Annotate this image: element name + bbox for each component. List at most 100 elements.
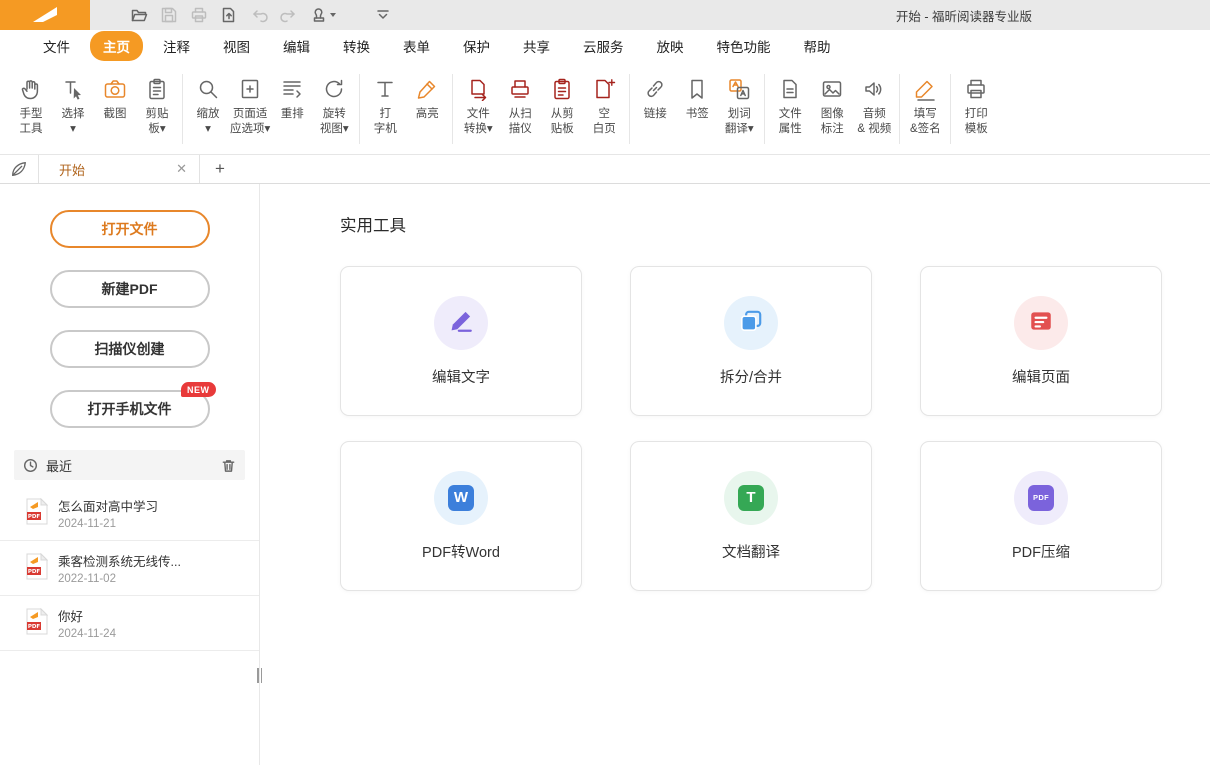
file-convert-icon [466, 75, 490, 102]
menu-comment[interactable]: 注释 [150, 31, 203, 61]
select-text-icon [61, 75, 85, 102]
menu-home[interactable]: 主页 [90, 31, 143, 61]
menu-slideshow[interactable]: 放映 [644, 31, 697, 61]
ribbon-tool-fill-sign[interactable]: 填写 &签名 [904, 74, 946, 138]
print-icon[interactable] [184, 2, 214, 28]
ribbon-tool-clipboard[interactable]: 剪贴 板▾ [136, 74, 178, 138]
save-icon[interactable] [154, 2, 184, 28]
ribbon-tool-from-scanner[interactable]: 从扫 描仪 [499, 74, 541, 138]
card-pdf-to-word[interactable]: W PDF转Word [340, 441, 582, 591]
customize-quick-access-icon[interactable] [368, 2, 398, 28]
card-split-merge[interactable]: 拆分/合并 [630, 266, 872, 416]
file-properties-icon [778, 75, 802, 102]
menu-help[interactable]: 帮助 [791, 31, 844, 61]
ribbon-tool-from-clipboard[interactable]: 从剪 贴板 [541, 74, 583, 138]
tab-close-icon[interactable]: ✕ [174, 161, 189, 177]
ribbon-tool-hand[interactable]: 手型 工具 [10, 74, 52, 138]
open-mobile-file-button[interactable]: 打开手机文件 NEW [50, 390, 210, 428]
menu-protect[interactable]: 保护 [450, 31, 503, 61]
card-doc-translate[interactable]: T 文档翻译 [630, 441, 872, 591]
export-icon[interactable] [214, 2, 244, 28]
main-content: 实用工具 编辑文字 拆分/合并 [260, 184, 1210, 765]
bookmark-icon [685, 75, 709, 102]
image-annotation-icon [820, 75, 844, 102]
menu-share[interactable]: 共享 [510, 31, 563, 61]
open-mobile-file-label: 打开手机文件 [88, 399, 172, 419]
tab-start[interactable]: 开始 ✕ [38, 155, 200, 183]
ribbon-tool-page-fit[interactable]: 页面适 应选项▾ [229, 74, 271, 138]
redo-icon[interactable] [274, 2, 304, 28]
ribbon-tool-select[interactable]: 选择 ▾ [52, 74, 94, 138]
menu-view[interactable]: 视图 [210, 31, 263, 61]
highlight-icon [415, 75, 439, 102]
stamp-icon[interactable] [304, 2, 342, 28]
doc-translate-icon: T [738, 485, 764, 511]
card-label: 文档翻译 [722, 541, 780, 562]
card-pdf-compress[interactable]: PDF PDF压缩 [920, 441, 1162, 591]
pdf-file-icon: PDF [26, 498, 48, 528]
blank-page-icon [592, 75, 616, 102]
ribbon-tool-highlight[interactable]: 高亮 [406, 74, 448, 123]
open-file-label: 打开文件 [102, 219, 158, 239]
ribbon-tool-reflow[interactable]: 重排 [271, 74, 313, 123]
new-tab-button[interactable]: + [200, 155, 240, 183]
svg-text:PDF: PDF [28, 569, 41, 575]
ribbon-tool-rotate-view[interactable]: 旋转 视图▾ [313, 74, 355, 138]
open-file-button[interactable]: 打开文件 [50, 210, 210, 248]
camera-icon [103, 75, 127, 102]
menu-form[interactable]: 表单 [390, 31, 443, 61]
edit-page-icon [1028, 308, 1054, 337]
ribbon-tool-typewriter[interactable]: 打 字机 [364, 74, 406, 138]
menu-cloud[interactable]: 云服务 [570, 31, 637, 61]
audio-video-icon [862, 75, 886, 102]
ribbon-tool-audio-video[interactable]: 音频 & 视频 [853, 74, 895, 138]
ribbon-tool-label: 图像 标注 [821, 107, 844, 137]
folder-open-icon[interactable] [124, 2, 154, 28]
ribbon-toolbar: 手型 工具 选择 ▾ 截图 剪贴 板▾ 缩放 ▾ 页面适 应选项▾ 重排 旋转 … [0, 62, 1210, 154]
app-body: 打开文件 新建PDF 扫描仪创建 打开手机文件 NEW 最近 PDF [0, 184, 1210, 765]
trash-icon[interactable] [221, 458, 236, 473]
ribbon-tool-print-template[interactable]: 打印 模板 [955, 74, 997, 138]
card-edit-text[interactable]: 编辑文字 [340, 266, 582, 416]
ribbon-tool-label: 重排 [281, 107, 304, 122]
typewriter-icon [373, 75, 397, 102]
card-edit-pages[interactable]: 编辑页面 [920, 266, 1162, 416]
ribbon-tool-file-properties[interactable]: 文件 属性 [769, 74, 811, 138]
ribbon-tool-image-annotation[interactable]: 图像 标注 [811, 74, 853, 138]
menu-convert[interactable]: 转换 [330, 31, 383, 61]
new-pdf-button[interactable]: 新建PDF [50, 270, 210, 308]
page-fit-icon [238, 75, 262, 102]
ribbon-tool-label: 截图 [104, 107, 127, 122]
card-icon-circle: W [434, 471, 488, 525]
ribbon-divider [764, 74, 765, 144]
edit-text-icon [448, 308, 474, 337]
ribbon-divider [899, 74, 900, 144]
ribbon-tool-zoom[interactable]: 缩放 ▾ [187, 74, 229, 138]
undo-icon[interactable] [244, 2, 274, 28]
rotate-view-icon [322, 75, 346, 102]
ribbon-tool-label: 从扫 描仪 [509, 107, 532, 137]
menu-edit[interactable]: 编辑 [270, 31, 323, 61]
ribbon-tool-file-convert[interactable]: 文件 转换▾ [457, 74, 499, 138]
ribbon-tool-link[interactable]: 链接 [634, 74, 676, 123]
svg-text:PDF: PDF [28, 514, 41, 520]
ribbon-tool-snapshot[interactable]: 截图 [94, 74, 136, 123]
ribbon-tool-label: 书签 [686, 107, 709, 122]
quill-pen-icon[interactable] [0, 155, 38, 183]
menu-file[interactable]: 文件 [30, 31, 83, 61]
ribbon-divider [950, 74, 951, 144]
foxit-logo-icon[interactable] [0, 0, 90, 30]
card-icon-circle [1014, 296, 1068, 350]
scanner-create-button[interactable]: 扫描仪创建 [50, 330, 210, 368]
recent-file-item[interactable]: PDF 乘客检测系统无线传... 2022-11-02 [0, 541, 259, 596]
ribbon-tool-bookmark[interactable]: 书签 [676, 74, 718, 123]
recent-file-item[interactable]: PDF 你好 2024-11-24 [0, 596, 259, 651]
sidebar-collapse-handle[interactable] [257, 668, 262, 683]
ribbon-tool-translate[interactable]: 划词 翻译▾ [718, 74, 760, 138]
ribbon-tool-blank-page[interactable]: 空 白页 [583, 74, 625, 138]
recent-file-item[interactable]: PDF 怎么面对高中学习 2024-11-21 [0, 486, 259, 541]
tools-section-title: 实用工具 [340, 212, 1210, 236]
pdf-compress-icon: PDF [1028, 485, 1054, 511]
menu-features[interactable]: 特色功能 [704, 31, 784, 61]
card-label: PDF压缩 [1012, 541, 1070, 562]
